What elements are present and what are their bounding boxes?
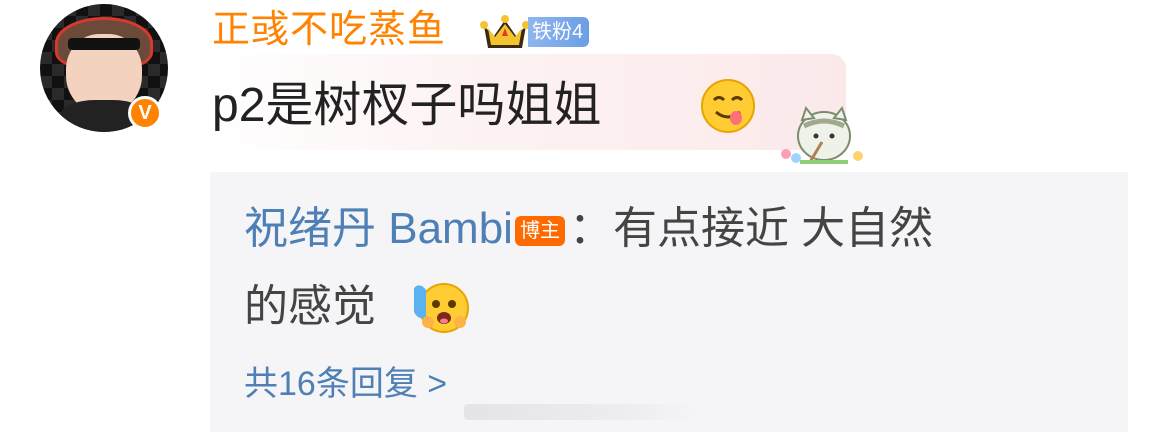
comment-item: V 正彧不吃蒸鱼 铁粉4 p2是树杈子吗姐姐 祝绪丹 Bambi 博主 ：有点接近 …: [0, 0, 1170, 444]
blurred-watermark: [464, 404, 704, 420]
reply-text-part1: ：有点接近 大自然: [568, 204, 934, 253]
blush-hug-face-icon: [414, 283, 469, 333]
comment-text: p2是树杈子吗姐姐: [212, 79, 602, 132]
view-more-replies-link[interactable]: 共16条回复 >: [244, 360, 447, 408]
reply-first-line: 祝绪丹 Bambi 博主 ：有点接近 大自然: [244, 198, 933, 260]
yum-face-icon: [701, 79, 755, 133]
reply-text-part2: 的感觉: [244, 282, 376, 331]
reply-author-name[interactable]: 祝绪丹 Bambi: [244, 204, 513, 253]
crown-icon: [480, 15, 530, 48]
verified-badge-icon: V: [128, 96, 162, 130]
comment-author-name[interactable]: 正彧不吃蒸鱼: [212, 6, 446, 54]
fan-level-badge: 铁粉4: [528, 17, 590, 47]
avatar-sunglasses: [68, 38, 140, 50]
cat-sticker-icon: [781, 105, 863, 164]
blogger-badge: 博主: [514, 216, 565, 246]
